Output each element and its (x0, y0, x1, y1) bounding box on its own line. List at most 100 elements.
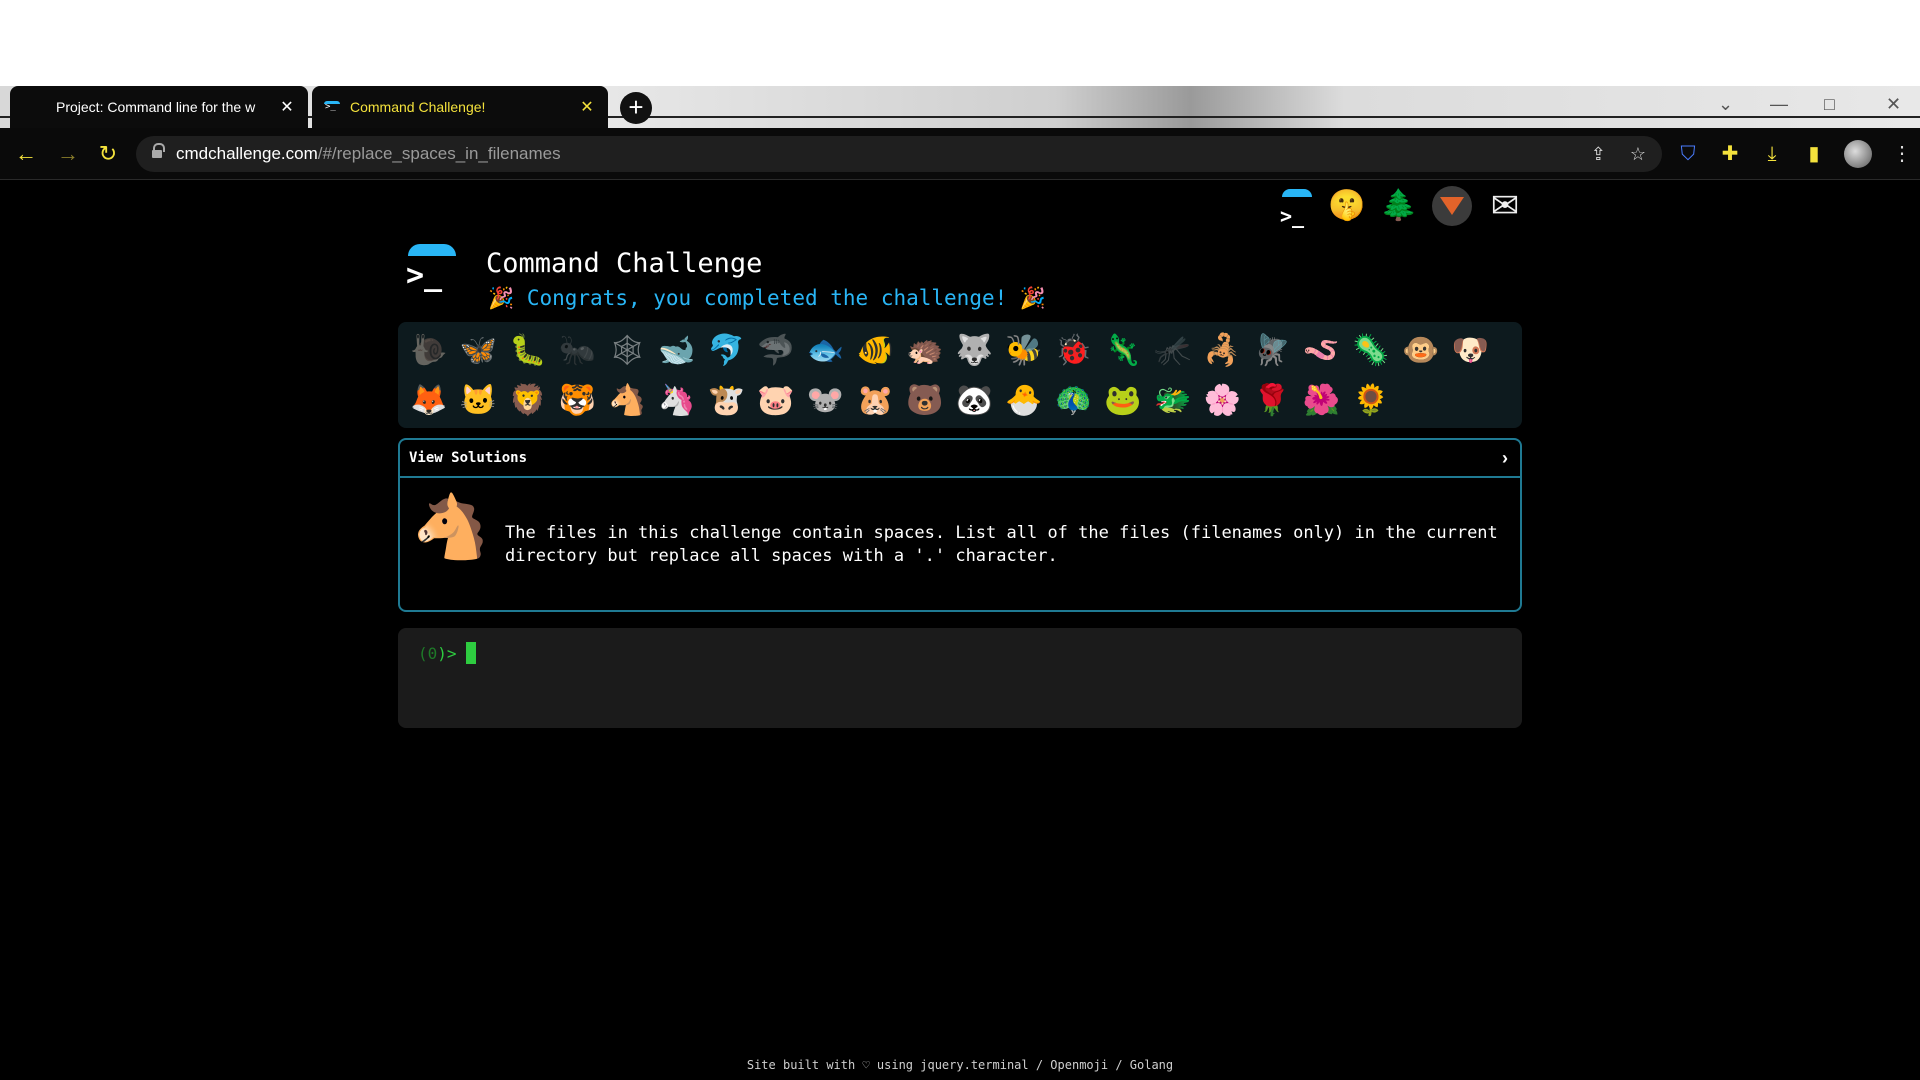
back-arrow-icon[interactable]: ← (12, 140, 40, 168)
monkey-face-icon[interactable]: 🐵 (1396, 326, 1446, 376)
tab-project-command-line[interactable]: Project: Command line for the w ✕ (10, 86, 308, 128)
share-icon[interactable]: ⇪ (1591, 144, 1606, 165)
cat-face-icon[interactable]: 🐱 (454, 376, 504, 426)
close-icon[interactable]: ✕ (278, 97, 296, 117)
cmdchallenge-logo-link[interactable] (1276, 187, 1314, 235)
congrats-message: 🎉 Congrats, you completed the challenge!… (488, 286, 1046, 311)
minimize-icon[interactable]: — (1770, 94, 1788, 115)
snail-icon[interactable]: 🐌 (404, 326, 454, 376)
address-bar-actions: ⇪ ☆ (1591, 136, 1646, 172)
hedgehog-icon[interactable]: 🦔 (900, 326, 950, 376)
dog-face-icon[interactable]: 🐶 (1445, 326, 1495, 376)
url-host: cmdchallenge.com (176, 144, 318, 163)
url-path: /#/replace_spaces_in_filenames (317, 144, 561, 163)
ant-icon[interactable]: 🐜 (553, 326, 603, 376)
party-popper-icon: 🎉 (1019, 286, 1047, 310)
page-title: Command Challenge (486, 248, 763, 279)
site-footer: Site built with ♡ using jquery.terminal … (746, 1058, 1174, 1072)
tab-command-challenge[interactable]: Command Challenge! ✕ (312, 86, 608, 128)
hamster-icon[interactable]: 🐹 (850, 376, 900, 426)
rose-icon[interactable]: 🌹 (1247, 376, 1297, 426)
bug-icon[interactable]: 🐛 (503, 326, 553, 376)
bear-icon[interactable]: 🐻 (900, 376, 950, 426)
window-dropdown-icon[interactable]: ⌄ (1718, 94, 1733, 115)
challenge-panel: View Solutions › 🐴 The files in this cha… (398, 438, 1522, 612)
wolf-icon[interactable]: 🐺 (950, 326, 1000, 376)
lion-icon[interactable]: 🦁 (503, 376, 553, 426)
dragon-face-icon[interactable]: 🐲 (1148, 376, 1198, 426)
menu-kebab-icon[interactable]: ⋮ (1890, 142, 1914, 166)
window-close-icon[interactable]: ✕ (1886, 94, 1901, 115)
close-icon[interactable]: ✕ (578, 97, 596, 117)
scorpion-icon[interactable]: 🦂 (1198, 326, 1248, 376)
tiger-face-icon[interactable]: 🐯 (553, 376, 603, 426)
shark-icon[interactable]: 🦈 (751, 326, 801, 376)
mosquito-icon[interactable]: 🦟 (1148, 326, 1198, 376)
tropical-fish-icon[interactable]: 🐠 (850, 326, 900, 376)
cow-face-icon[interactable]: 🐮 (702, 376, 752, 426)
cmdchallenge-logo-icon (1276, 187, 1314, 235)
spider-web-icon[interactable]: 🕸 (602, 326, 652, 376)
worm-icon[interactable]: 🪱 (1297, 326, 1347, 376)
extensions-puzzle-icon[interactable]: ✚ (1718, 142, 1742, 166)
lady-beetle-icon[interactable]: 🐞 (1049, 326, 1099, 376)
tree-icon[interactable]: 🌲 (1380, 187, 1418, 225)
terminal-cursor[interactable] (466, 642, 476, 664)
dolphin-icon[interactable]: 🐬 (702, 326, 752, 376)
forward-arrow-icon[interactable]: → (54, 140, 82, 168)
microbe-icon[interactable]: 🦠 (1346, 326, 1396, 376)
site-links: 🤫 🌲 ✉ (1276, 186, 1524, 235)
address-bar[interactable]: cmdchallenge.com/#/replace_spaces_in_fil… (136, 136, 1662, 172)
panda-icon[interactable]: 🐼 (950, 376, 1000, 426)
congrats-text: Congrats, you completed the challenge! (526, 286, 1008, 310)
horse-icon: 🐴 (412, 493, 490, 562)
envelope-icon[interactable]: ✉ (1486, 187, 1524, 225)
terminal-prompt: (0)> (418, 644, 457, 663)
lock-icon[interactable] (152, 143, 165, 160)
mouse-face-icon[interactable]: 🐭 (801, 376, 851, 426)
command-count: 0 (427, 644, 438, 663)
bookmark-star-icon[interactable]: ☆ (1630, 144, 1646, 165)
gitlab-link[interactable] (1432, 186, 1472, 226)
extensions-area: ⛉ ✚ ⤓ ▮ ⋮ (1676, 138, 1914, 170)
lizard-icon[interactable]: 🦎 (1098, 326, 1148, 376)
fox-icon[interactable]: 🦊 (404, 376, 454, 426)
download-icon[interactable]: ⤓ (1760, 142, 1784, 166)
cherry-blossom-icon[interactable]: 🌸 (1198, 376, 1248, 426)
bitwarden-shield-icon[interactable]: ⛉ (1676, 142, 1700, 166)
peacock-icon[interactable]: 🦚 (1049, 376, 1099, 426)
maximize-icon[interactable]: □ (1824, 94, 1835, 115)
new-tab-button[interactable]: + (620, 92, 652, 124)
gitlab-icon (1440, 197, 1464, 215)
window-top-area (0, 0, 1920, 86)
reload-icon[interactable]: ↻ (94, 140, 122, 168)
fish-icon[interactable]: 🐟 (801, 326, 851, 376)
side-panel-icon[interactable]: ▮ (1802, 142, 1826, 166)
whale-icon[interactable]: 🐋 (652, 326, 702, 376)
fly-icon[interactable]: 🪰 (1247, 326, 1297, 376)
chevron-right-icon[interactable]: › (1502, 448, 1508, 469)
hatching-chick-icon[interactable]: 🐣 (999, 376, 1049, 426)
cmdchallenge-favicon-icon (324, 101, 340, 113)
pig-face-icon[interactable]: 🐷 (751, 376, 801, 426)
challenge-description: The files in this challenge contain spac… (505, 523, 1498, 566)
hibiscus-icon[interactable]: 🌺 (1297, 376, 1347, 426)
horse-face-icon[interactable]: 🐴 (602, 376, 652, 426)
tab-title: Command Challenge! (350, 99, 486, 115)
sunflower-icon[interactable]: 🌻 (1346, 376, 1396, 426)
tab-title: Project: Command line for the w (56, 99, 256, 115)
butterfly-icon[interactable]: 🦋 (454, 326, 504, 376)
terminal[interactable]: (0)> (398, 628, 1522, 728)
party-popper-icon: 🎉 (488, 286, 515, 310)
view-solutions-label: View Solutions (409, 450, 528, 466)
profile-avatar[interactable] (1844, 140, 1872, 168)
frog-icon[interactable]: 🐸 (1098, 376, 1148, 426)
tab-strip: Project: Command line for the w ✕ Comman… (0, 86, 1920, 128)
unicorn-icon[interactable]: 🦄 (652, 376, 702, 426)
view-solutions-toggle[interactable]: View Solutions › (400, 440, 1520, 478)
cmdchallenge-logo-icon: >_ (404, 244, 460, 300)
bee-icon[interactable]: 🐝 (999, 326, 1049, 376)
shushing-face-icon[interactable]: 🤫 (1328, 187, 1366, 225)
challenge-progress-grid: 🐌 🦋 🐛 🐜 🕸 🐋 🐬 🦈 🐟 🐠 🦔 🐺 🐝 🐞 🦎 🦟 🦂 🪰 🪱 🦠 🐵 🐶 🦊 🐱 🦁 🐯 🐴 🦄 🐮 🐷 🐭 🐹 🐻 🐼 🐣 🦚 🐸 🐲 🌸 🌹… (398, 322, 1522, 428)
browser-toolbar: ← → ↻ cmdchallenge.com/#/replace_spaces_… (0, 128, 1920, 180)
